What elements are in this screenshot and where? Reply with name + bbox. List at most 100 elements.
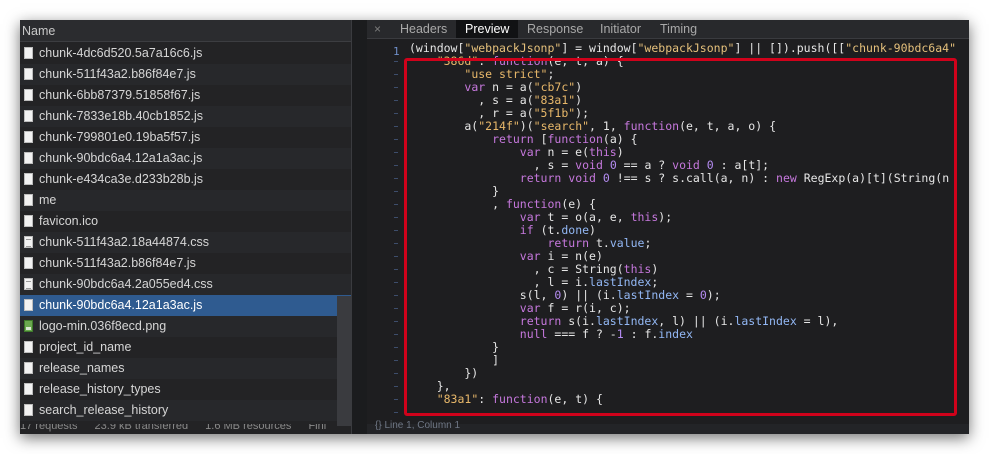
code-lines: (window["webpackJsonp"] = window["webpac… [409,42,956,406]
gutter-marker [394,217,398,218]
code-line: ] [409,353,500,367]
tab-initiator[interactable]: Initiator [591,20,650,38]
network-status-bar: 17 requests 23.9 kB transferred 1.6 MB r… [20,424,351,434]
gutter-marker [394,282,398,283]
file-name: chunk-7833e18b.40cb1852.js [39,109,204,123]
document-icon [24,383,33,395]
gutter-marker [394,204,398,205]
file-row[interactable]: project_id_name [20,337,351,358]
line-number: 1 [393,45,400,58]
finish-time: Fini [308,424,327,432]
file-row[interactable]: chunk-e434ca3e.d233b28b.js [20,169,351,190]
tab-response[interactable]: Response [518,20,592,38]
gutter-marker [394,334,398,335]
detail-tab-bar: × Headers Preview Response Initiator Tim… [367,20,969,39]
gutter-marker [394,347,398,348]
requests-count: 17 requests [20,424,78,432]
file-row[interactable]: chunk-799801e0.19ba5f57.js [20,127,351,148]
tab-preview[interactable]: Preview [456,20,519,38]
code-line: }) [409,366,479,380]
file-row[interactable]: chunk-90bdc6a4.12a1a3ac.js [20,295,351,316]
file-name: chunk-511f43a2.b86f84e7.js [39,256,196,270]
gutter-marker [394,178,398,179]
gutter-marker [394,61,398,62]
gutter-marker [394,386,398,387]
file-name: search_release_history [39,403,169,417]
tab-timing[interactable]: Timing [651,20,706,38]
panel-divider[interactable] [351,20,368,434]
file-name: chunk-6bb87379.51858f67.js [39,88,201,102]
gutter-marker [394,74,398,75]
js-file-icon [24,173,33,185]
document-icon [24,404,33,416]
gutter-marker [394,243,398,244]
file-row[interactable]: chunk-90bdc6a4.2a055ed4.css [20,274,351,295]
file-row[interactable]: chunk-511f43a2.18a44874.css [20,232,351,253]
file-row[interactable]: chunk-7833e18b.40cb1852.js [20,106,351,127]
network-request-list: Name chunk-4dc6d520.5a7a16c6.js chunk-511… [20,20,351,434]
document-icon [24,362,33,374]
document-icon [24,341,33,353]
gutter-marker [394,230,398,231]
js-file-icon [24,110,33,122]
gutter-marker [394,152,398,153]
js-file-icon [24,47,33,59]
file-name: chunk-90bdc6a4.12a1a3ac.js [39,298,203,312]
file-name: chunk-4dc6d520.5a7a16c6.js [39,46,203,60]
file-name: chunk-e434ca3e.d233b28b.js [39,172,204,186]
file-name: me [39,193,57,207]
gutter-marker [394,87,398,88]
file-row[interactable]: release_history_types [20,379,351,400]
css-file-icon [24,278,33,290]
js-file-icon [24,257,33,269]
gutter-marker [394,412,398,413]
gutter-marker [394,373,398,374]
document-icon [24,215,33,227]
cursor-position: {} Line 1, Column 1 [375,420,461,431]
file-row[interactable]: search_release_history [20,400,351,421]
tab-headers[interactable]: Headers [391,20,456,38]
file-name: chunk-511f43a2.b86f84e7.js [39,67,196,81]
file-row[interactable]: chunk-511f43a2.b86f84e7.js [20,64,351,85]
file-list: chunk-4dc6d520.5a7a16c6.js chunk-511f43a2… [20,43,351,421]
gutter-marker [394,295,398,296]
code-preview[interactable]: 1 (window["webpackJsonp"] = window["webp… [367,39,969,424]
file-row[interactable]: chunk-4dc6d520.5a7a16c6.js [20,43,351,64]
gutter-marker [394,139,398,140]
file-row[interactable]: chunk-6bb87379.51858f67.js [20,85,351,106]
file-name: logo-min.036f8ecd.png [39,319,167,333]
js-file-icon [24,89,33,101]
gutter-marker [394,191,398,192]
gutter-marker [394,269,398,270]
name-column-header[interactable]: Name [20,20,351,42]
gutter-marker [394,100,398,101]
transferred-size: 23.9 kB transferred [94,424,189,432]
css-file-icon [24,236,33,248]
file-name: chunk-90bdc6a4.2a055ed4.css [39,277,213,291]
image-file-icon [24,320,33,332]
gutter-marker [394,256,398,257]
js-file-icon [24,299,33,311]
close-icon[interactable]: × [374,21,381,37]
request-detail-panel: × Headers Preview Response Initiator Tim… [367,20,969,434]
scrollbar-thumb[interactable] [337,296,351,426]
file-name: chunk-511f43a2.18a44874.css [39,235,210,249]
js-file-icon [24,152,33,164]
resources-size: 1.6 MB resources [205,424,292,432]
file-row[interactable]: favicon.ico [20,211,351,232]
file-name: release_names [39,361,125,375]
gutter-marker [394,399,398,400]
js-file-icon [24,68,33,80]
gutter-marker [394,321,398,322]
file-name: favicon.ico [39,214,99,228]
gutter-marker [394,113,398,114]
file-row[interactable]: chunk-511f43a2.b86f84e7.js [20,253,351,274]
file-row[interactable]: logo-min.036f8ecd.png [20,316,351,337]
file-row[interactable]: release_names [20,358,351,379]
file-row[interactable]: chunk-90bdc6a4.12a1a3ac.js [20,148,351,169]
code-line: "83a1": function(e, t) { [436,392,603,406]
line-number-gutter: 1 [367,39,405,424]
js-file-icon [24,131,33,143]
document-icon [24,194,33,206]
file-row[interactable]: me [20,190,351,211]
